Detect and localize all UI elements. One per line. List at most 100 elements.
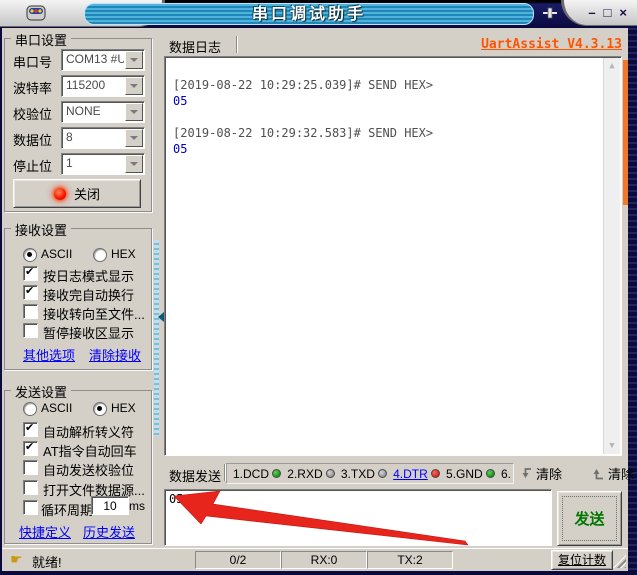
clear-receive-button[interactable]: 清除 [519, 463, 562, 484]
pin-icon[interactable] [543, 6, 559, 23]
scroll-up-icon[interactable]: ▲ [604, 58, 620, 74]
receive-hex-label: HEX [111, 247, 136, 261]
close-button[interactable]: × [619, 6, 627, 19]
send-ascii-radio[interactable] [23, 402, 37, 416]
stopbits-value: 1 [66, 156, 73, 170]
pause-display-label: 暂停接收区显示 [43, 326, 135, 341]
receive-hex-radio[interactable] [93, 248, 107, 262]
log-blank-line [173, 109, 621, 125]
log-entry-header: [2019-08-22 10:29:32.583]# SEND HEX> [173, 126, 434, 140]
cycle-period-input[interactable] [91, 496, 129, 515]
resize-grip[interactable] [613, 555, 626, 568]
pause-display-checkbox[interactable] [23, 323, 38, 338]
at-auto-cr-checkbox[interactable] [23, 440, 38, 456]
log-mode-label: 按日志模式显示 [43, 269, 135, 284]
panel-splitter[interactable] [152, 30, 164, 546]
send-input[interactable]: 05 [164, 489, 552, 546]
indicator-rxd-label: 2.RXD [287, 466, 323, 481]
indicator-dtr[interactable]: 4.DTR [393, 467, 440, 481]
log-entry-data: 05 [173, 94, 188, 108]
clear-receive-label: 清除 [536, 467, 563, 482]
indicator-txd: 3.TXD [341, 467, 387, 481]
open-close-port-label: 关闭 [73, 187, 100, 202]
cycle-period-label: 循环周期 [41, 503, 94, 518]
dropdown-arrow-icon[interactable] [125, 129, 143, 147]
auto-linefeed-checkbox[interactable] [23, 284, 38, 300]
parity-label: 校验位 [13, 107, 53, 122]
uartassist-window: ▼ 串口调试助手 – □ × 串口设置 串口号 COM13 #US 波特率 [0, 0, 637, 575]
scroll-down-icon[interactable]: ▼ [604, 438, 620, 454]
send-button[interactable]: 发送 [557, 491, 622, 546]
dropdown-arrow-icon[interactable] [125, 51, 143, 69]
log-output[interactable]: [2019-08-22 10:29:25.039]# SEND HEX> 05 … [164, 56, 622, 456]
parity-select[interactable]: NONE [61, 101, 145, 123]
arrow-down-icon [522, 468, 531, 478]
dropdown-arrow-icon[interactable] [125, 103, 143, 121]
other-options-link[interactable]: 其他选项 [23, 345, 75, 364]
window-frame-left [0, 28, 2, 575]
indicator-dcd-led [272, 469, 282, 478]
maximize-button[interactable]: □ [604, 6, 612, 19]
auto-escape-checkbox[interactable] [23, 421, 38, 437]
receive-to-file-label: 接收转向至文件... [43, 307, 145, 322]
stopbits-select[interactable]: 1 [61, 153, 145, 175]
indicator-6-label: 6. [500, 466, 511, 481]
cycle-period-checkbox[interactable] [23, 500, 38, 515]
serial-settings-title: 串口设置 [11, 30, 72, 49]
auto-escape-label: 自动解析转义符 [43, 425, 135, 440]
send-input-value: 05 [169, 492, 184, 506]
file-data-source-checkbox[interactable] [23, 480, 38, 495]
version-link[interactable]: UartAssist V4.3.13 [480, 37, 622, 52]
tab-data-send[interactable]: 数据发送 [169, 466, 221, 485]
databits-label: 数据位 [13, 133, 53, 148]
indicator-gnd-led [485, 469, 495, 478]
indicator-dtr-link[interactable]: 4.DTR [393, 467, 428, 481]
send-settings-title: 发送设置 [11, 382, 72, 401]
history-send-link[interactable]: 历史发送 [83, 522, 135, 541]
dropdown-arrow-icon[interactable] [125, 77, 143, 95]
auto-linefeed-label: 接收完自动换行 [43, 288, 135, 303]
log-entry-data: 05 [173, 142, 188, 156]
collapse-left-icon[interactable] [153, 312, 164, 322]
auto-checksum-label: 自动发送校验位 [43, 463, 135, 478]
window-title: 串口调试助手 [84, 3, 534, 25]
status-bar: ☛ 就绪! 0/2 RX:0 TX:2 复位计数 [2, 548, 628, 571]
indicator-dtr-led [430, 469, 440, 478]
indicator-gnd-label: 5.GND [446, 466, 483, 481]
log-mode-checkbox[interactable] [23, 265, 38, 281]
baudrate-label: 波特率 [13, 81, 53, 96]
send-hex-radio[interactable] [93, 402, 107, 416]
databits-select[interactable]: 8 [61, 127, 145, 149]
status-hand-icon: ☛ [10, 551, 23, 567]
tab-data-log[interactable]: 数据日志 [169, 37, 221, 56]
receive-to-file-checkbox[interactable] [23, 304, 38, 319]
com-port-value: COM13 #US [66, 52, 124, 66]
receive-settings-title: 接收设置 [11, 220, 72, 239]
clear-send-button[interactable]: 清除 [591, 463, 634, 484]
quick-define-link[interactable]: 快捷定义 [19, 522, 71, 541]
open-close-port-button[interactable]: 关闭 [13, 179, 141, 208]
indicator-txd-led [377, 469, 387, 478]
tab-separator [224, 464, 225, 481]
indicator-gnd: 5.GND [446, 467, 495, 481]
clear-receive-link[interactable]: 清除接收 [89, 345, 141, 364]
dropdown-arrow-icon[interactable] [125, 155, 143, 173]
app-icon[interactable] [26, 5, 46, 24]
minimize-button[interactable]: – [588, 6, 595, 19]
tab-separator [236, 36, 237, 53]
baudrate-value: 115200 [66, 78, 106, 92]
com-port-select[interactable]: COM13 #US [61, 49, 145, 71]
reset-count-button[interactable]: 复位计数 [551, 550, 613, 570]
receive-ascii-radio[interactable] [23, 248, 37, 262]
receive-ascii-label: ASCII [41, 247, 73, 261]
send-button-label: 发送 [574, 511, 605, 528]
log-scrollbar[interactable]: ▲ ▼ [603, 58, 620, 454]
stopbits-label: 停止位 [13, 159, 53, 174]
receive-settings-group: 接收设置 ASCII HEX 按日志模式显示 接收完自动换行 接收转向至文件..… [4, 220, 152, 370]
auto-checksum-checkbox[interactable] [23, 460, 38, 475]
status-text: 就绪! [32, 555, 62, 570]
cycle-period-unit: ms [129, 499, 145, 513]
parity-value: NONE [66, 104, 101, 118]
indicator-6: 6. [501, 467, 511, 481]
baudrate-select[interactable]: 115200 [61, 75, 145, 97]
